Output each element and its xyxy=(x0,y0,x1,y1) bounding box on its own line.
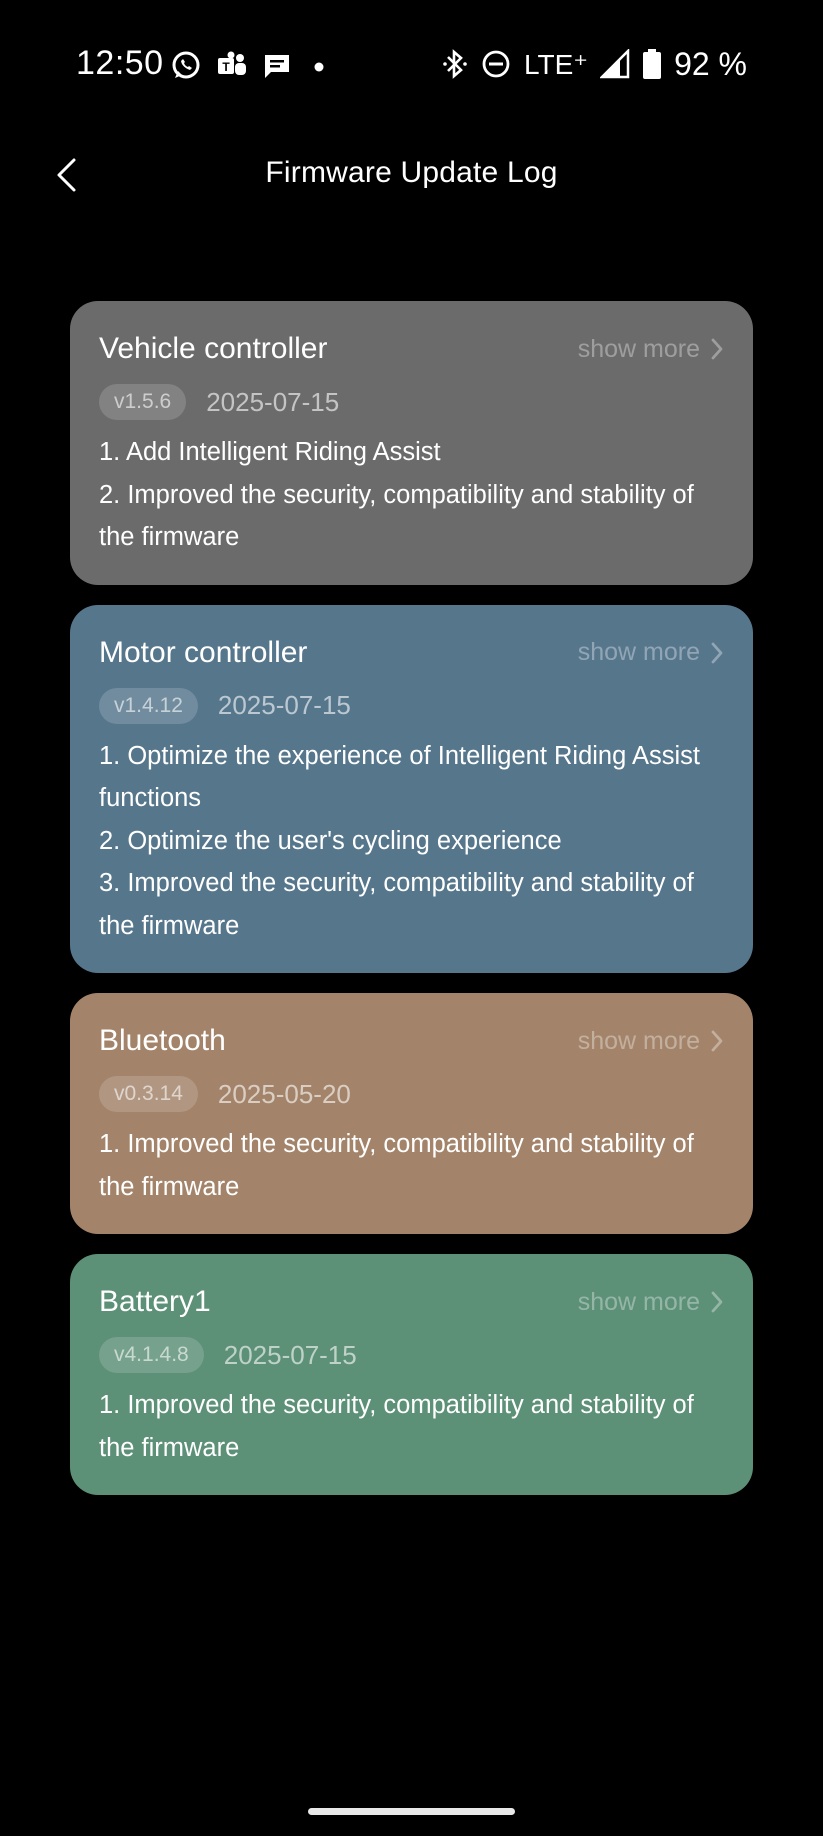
release-note: 1. Improved the security, compatibility … xyxy=(99,1391,694,1462)
messages-icon xyxy=(262,51,292,81)
release-note: 3. Improved the security, compatibility … xyxy=(99,869,694,940)
show-more-label: show more xyxy=(577,1026,700,1055)
app-header: Firmware Update Log xyxy=(0,140,823,210)
card-title: Battery1 xyxy=(99,1285,211,1318)
show-more-button[interactable]: show more xyxy=(578,1288,724,1317)
svg-text:T: T xyxy=(222,60,230,74)
release-note: 2. Improved the security, compatibility … xyxy=(99,480,694,552)
network-type: LTE⁺ xyxy=(524,48,589,80)
battery-percent: 92 % xyxy=(674,45,747,82)
battery-icon xyxy=(642,48,662,80)
firmware-card-motor-controller: Motor controller show more v1.4.12 2025-… xyxy=(70,604,753,973)
chevron-right-icon xyxy=(710,337,724,361)
release-notes: 1. Add Intelligent Riding Assist 2. Impr… xyxy=(99,431,724,559)
card-title: Vehicle controller xyxy=(99,332,328,365)
teams-icon: T xyxy=(216,50,248,82)
chevron-right-icon xyxy=(710,1290,724,1314)
system-icons: LTE⁺ 92 % xyxy=(442,44,747,84)
release-note: 1. Add Intelligent Riding Assist xyxy=(99,438,441,466)
chevron-right-icon xyxy=(710,1029,724,1053)
show-more-button[interactable]: show more xyxy=(578,335,724,364)
release-note: 1. Optimize the experience of Intelligen… xyxy=(99,741,700,813)
release-notes: 1. Optimize the experience of Intelligen… xyxy=(99,735,724,948)
version-badge: v1.5.6 xyxy=(99,384,187,420)
firmware-list: Vehicle controller show more v1.5.6 2025… xyxy=(70,301,753,1515)
whatsapp-icon xyxy=(170,50,202,82)
version-badge: v0.3.14 xyxy=(99,1076,198,1112)
firmware-card-battery1: Battery1 show more v4.1.4.8 2025-07-15 1… xyxy=(70,1254,753,1495)
dnd-icon xyxy=(480,48,512,80)
version-badge: v4.1.4.8 xyxy=(99,1337,204,1373)
card-title: Bluetooth xyxy=(99,1024,226,1057)
notification-icons: T xyxy=(170,46,332,86)
status-bar: 12:50 T LTE⁺ 92 % xyxy=(0,0,823,130)
show-more-button[interactable]: show more xyxy=(578,638,724,667)
release-date: 2025-07-15 xyxy=(206,386,340,417)
release-date: 2025-05-20 xyxy=(217,1078,351,1109)
status-time: 12:50 xyxy=(76,44,164,82)
chevron-right-icon xyxy=(710,641,724,665)
show-more-label: show more xyxy=(577,334,700,363)
firmware-card-vehicle-controller: Vehicle controller show more v1.5.6 2025… xyxy=(70,301,753,585)
firmware-card-bluetooth: Bluetooth show more v0.3.14 2025-05-20 1… xyxy=(70,993,753,1234)
release-date: 2025-07-15 xyxy=(217,690,351,720)
release-notes: 1. Improved the security, compatibility … xyxy=(99,1123,724,1208)
show-more-label: show more xyxy=(577,638,700,666)
release-date: 2025-07-15 xyxy=(223,1339,357,1370)
release-note: 2. Optimize the user's cycling experienc… xyxy=(99,826,562,855)
version-badge: v1.4.12 xyxy=(99,687,198,724)
home-indicator[interactable] xyxy=(308,1808,515,1815)
signal-icon xyxy=(600,49,630,79)
dot-icon xyxy=(306,51,332,81)
release-notes: 1. Improved the security, compatibility … xyxy=(99,1384,724,1469)
show-more-button[interactable]: show more xyxy=(578,1027,724,1056)
card-title: Motor controller xyxy=(99,635,308,669)
show-more-label: show more xyxy=(577,1287,700,1316)
bluetooth-icon xyxy=(442,48,468,80)
page-title: Firmware Update Log xyxy=(265,156,558,189)
release-note: 1. Improved the security, compatibility … xyxy=(99,1130,694,1201)
